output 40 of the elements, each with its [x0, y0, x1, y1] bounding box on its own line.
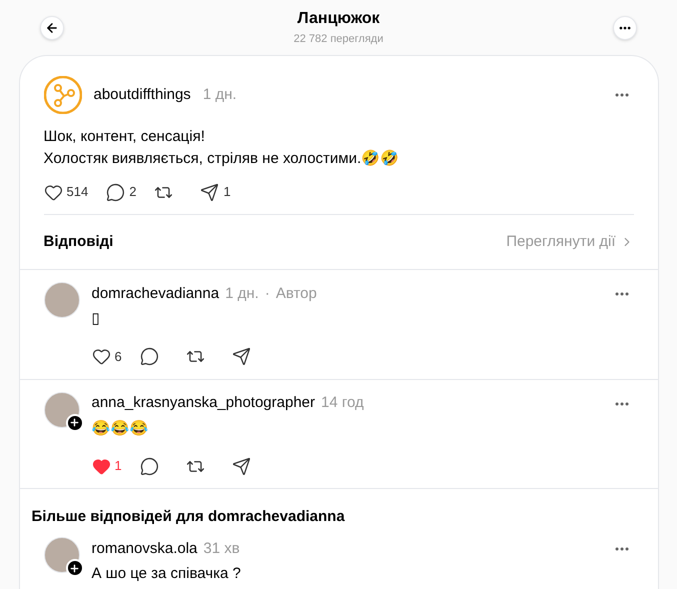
reply-text: ▯ [92, 309, 100, 329]
replies-heading: Відповіді [44, 232, 114, 252]
paper-plane-icon [200, 182, 220, 202]
username-link[interactable]: domrachevadianna [92, 282, 220, 306]
separator-dot: · [264, 284, 270, 304]
like-button[interactable]: 6 [92, 346, 122, 366]
like-button[interactable]: 1 [92, 456, 122, 476]
post-time: 31 хв [203, 538, 240, 559]
post-text: Шок, контент, сенсація! [44, 127, 206, 147]
post-text: Холостяк виявляється, стріляв не холостими.🤣🤣 [44, 148, 400, 169]
author-tag: Автор [276, 282, 317, 306]
comment-button[interactable]: 2 [106, 182, 136, 202]
post-time: 14 год [321, 393, 364, 414]
share-button[interactable]: 1 [200, 182, 231, 202]
username-link[interactable]: anna_krasnyanska_photographer [92, 392, 315, 415]
heart-icon [92, 347, 110, 366]
more-icon [614, 402, 628, 406]
view-count: 22 782 перегляди [294, 32, 384, 48]
post-time: 1 дн. [225, 284, 259, 304]
reply-text: 😂😂😂 [92, 418, 150, 438]
more-icon [614, 547, 628, 551]
username-link[interactable]: romanovska.ola [92, 538, 198, 560]
like-button[interactable]: 514 [44, 182, 88, 202]
speech-bubble-icon [140, 347, 159, 366]
username-link[interactable]: aboutdiffthings [94, 84, 191, 106]
post-time: 1 дн. [202, 84, 237, 105]
more-replies-heading: Більше відповідей для domrachevadianna [32, 508, 345, 525]
speech-bubble-icon [140, 456, 159, 476]
paper-plane-icon [232, 347, 251, 366]
more-options-button[interactable] [613, 16, 637, 40]
reply-text: А шо це за співачка ? [92, 564, 242, 584]
back-button[interactable] [40, 16, 64, 40]
speech-bubble-icon [106, 182, 126, 202]
follow-plus-icon[interactable] [66, 559, 84, 577]
heart-icon [92, 456, 110, 476]
more-icon [614, 292, 628, 296]
page-title: Ланцюжок [297, 9, 380, 30]
heart-icon [44, 182, 62, 202]
more-icon [614, 93, 628, 97]
paper-plane-icon [232, 456, 251, 476]
